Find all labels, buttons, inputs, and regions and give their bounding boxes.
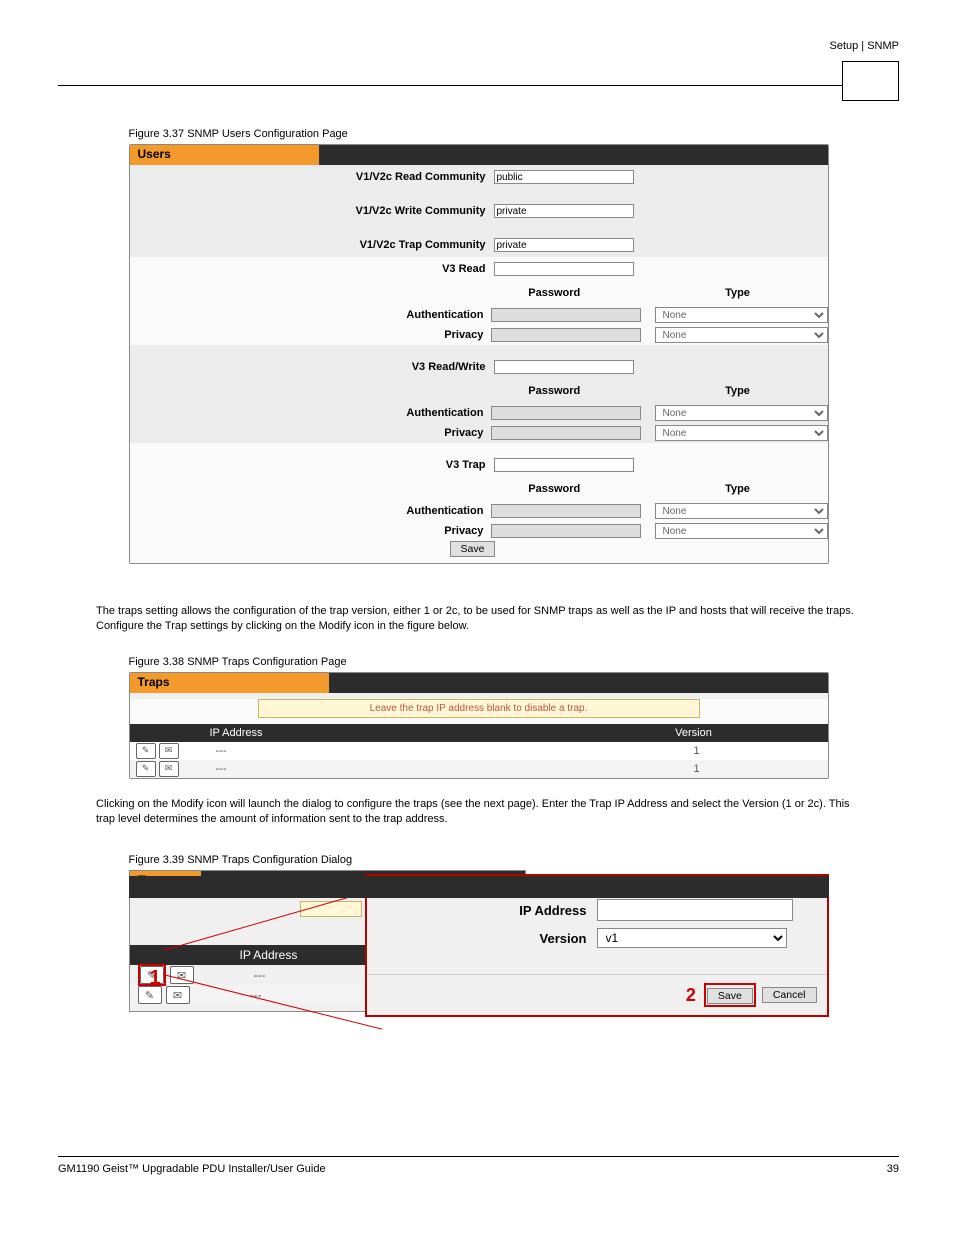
users-panel: Users V1/V2c Read Community V1/V2c Write… [129, 144, 829, 564]
label-read-community: V1/V2c Read Community [130, 171, 494, 183]
label-v3-rw: V3 Read/Write [130, 361, 494, 373]
v3-read-input[interactable] [494, 262, 634, 276]
figure-traps-dialog: Figure 3.39 SNMP Traps Configuration Dia… [129, 854, 829, 1050]
footer-page-number: 39 [887, 1163, 899, 1175]
trap-community-input[interactable] [494, 238, 634, 252]
bottom-bar [129, 876, 829, 898]
page-footer: GM1190 Geist™ Upgradable PDU Installer/U… [58, 1156, 899, 1175]
v3trap-auth-password[interactable] [491, 504, 640, 518]
password-header: Password [474, 287, 634, 299]
v3trap-priv-type[interactable]: None [655, 523, 828, 539]
mail-icon[interactable]: ✉ [159, 761, 179, 777]
v3-trap-input[interactable] [494, 458, 634, 472]
figure-users: Figure 3.37 SNMP Users Configuration Pag… [129, 128, 829, 564]
label-ip-address: IP Address [367, 903, 597, 918]
callout-2: 2 [686, 985, 696, 1006]
page: Setup | SNMP Figure 3.37 SNMP Users Conf… [0, 0, 954, 1235]
v3rw-priv-type[interactable]: None [655, 425, 828, 441]
read-community-input[interactable] [494, 170, 634, 184]
table-row: ✎✉ --- 1 [130, 742, 828, 760]
users-panel-header: Users [130, 145, 828, 165]
label-v3-read: V3 Read [130, 263, 494, 275]
traps-tab: Traps [130, 673, 330, 693]
v3trap-auth-type[interactable]: None [655, 503, 828, 519]
v3read-priv-type[interactable]: None [655, 327, 828, 343]
mail-icon[interactable]: ✉ [166, 986, 190, 1004]
v3read-auth-type[interactable]: None [655, 307, 828, 323]
users-tab: Users [130, 145, 320, 165]
figure3-caption: Figure 3.39 SNMP Traps Configuration Dia… [129, 854, 829, 866]
header-rule [58, 85, 899, 86]
edit-icon[interactable]: ✎ [136, 761, 156, 777]
v3rw-priv-password[interactable] [491, 426, 640, 440]
v3-rw-input[interactable] [494, 360, 634, 374]
callout-1: 1 [150, 967, 161, 990]
v3trap-priv-password[interactable] [491, 524, 640, 538]
header-box [842, 61, 899, 101]
mail-icon[interactable]: ✉ [159, 743, 179, 759]
edit-icon[interactable]: ✎ [136, 743, 156, 759]
label-version: Version [367, 931, 597, 946]
figure-traps: Figure 3.38 SNMP Traps Configuration Pag… [129, 656, 829, 779]
label-v3-trap: V3 Trap [130, 459, 494, 471]
figure2-caption: Figure 3.38 SNMP Traps Configuration Pag… [129, 656, 829, 668]
label-priv: Privacy [130, 329, 492, 341]
v3read-priv-password[interactable] [491, 328, 640, 342]
v3rw-auth-type[interactable]: None [655, 405, 828, 421]
label-write-community: V1/V2c Write Community [130, 205, 494, 217]
save-button[interactable]: Save [450, 541, 496, 557]
v3rw-auth-password[interactable] [491, 406, 640, 420]
col-version: Version [560, 727, 828, 739]
traps-panel: Traps Leave the trap IP address blank to… [129, 672, 829, 779]
v3read-auth-password[interactable] [491, 308, 640, 322]
figure1-caption: Figure 3.37 SNMP Users Configuration Pag… [129, 128, 829, 140]
modify-cancel-button[interactable]: Cancel [762, 987, 817, 1003]
footer-left: GM1190 Geist™ Upgradable PDU Installer/U… [58, 1163, 326, 1175]
body-paragraph-2: Clicking on the Modify icon will launch … [96, 797, 856, 827]
body-paragraph-1: The traps setting allows the configurati… [96, 604, 856, 634]
traps-note: Leave the trap IP address blank to disab… [258, 699, 700, 718]
table-row: ✎✉ --- 1 [130, 760, 828, 778]
write-community-input[interactable] [494, 204, 634, 218]
label-auth: Authentication [130, 309, 492, 321]
modify-save-button[interactable]: Save [707, 988, 753, 1004]
type-header: Type [648, 287, 828, 299]
version-select[interactable]: v1 [597, 928, 787, 948]
breadcrumb: Setup | SNMP [830, 40, 900, 52]
label-trap-community: V1/V2c Trap Community [130, 239, 494, 251]
col-ip: IP Address [200, 727, 560, 739]
ip-address-input[interactable] [597, 899, 793, 921]
